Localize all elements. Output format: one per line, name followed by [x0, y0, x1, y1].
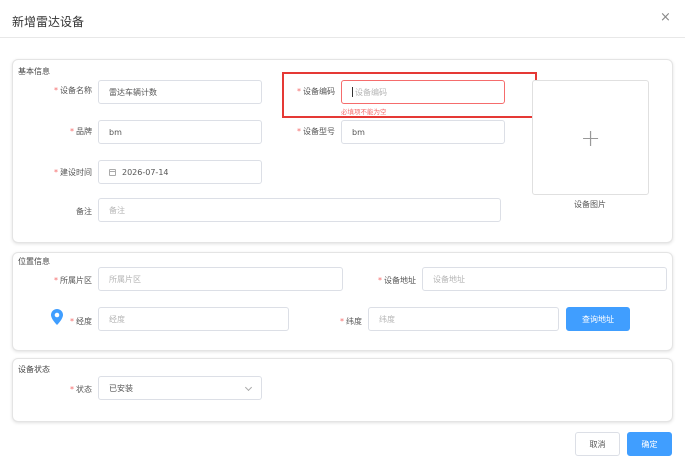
confirm-button[interactable]: 确定	[627, 432, 672, 456]
close-icon[interactable]: ×	[660, 10, 671, 25]
status-label-text: 状态	[76, 385, 92, 394]
address-label: * 设备地址	[378, 276, 416, 285]
location-title: 位置信息	[18, 257, 50, 266]
model-label: * 设备型号	[297, 127, 335, 136]
plus-icon: +	[580, 123, 601, 152]
latitude-label: * 纬度	[340, 317, 362, 326]
device-name-label-text: 设备名称	[60, 86, 92, 95]
image-upload-label: 设备图片	[574, 200, 606, 209]
device-name-label: * 设备名称	[54, 86, 92, 95]
status-select[interactable]: 已安装	[98, 376, 262, 400]
longitude-input[interactable]: 经度	[98, 307, 289, 331]
status-select-value: 已安装	[109, 383, 133, 393]
longitude-label-text: 经度	[76, 317, 92, 326]
dialog: 新增雷达设备 × 基本信息 * 设备名称 雷达车辆计数 * 设备编码 设备编码 必填…	[0, 0, 685, 466]
chevron-down-icon	[244, 383, 253, 392]
device-status-title: 设备状态	[18, 365, 50, 374]
model-input[interactable]: bm	[341, 120, 505, 144]
basic-info-title: 基本信息	[18, 67, 50, 76]
query-address-button[interactable]: 查询地址	[566, 307, 630, 331]
latitude-label-text: 纬度	[346, 317, 362, 326]
status-label: * 状态	[70, 385, 92, 394]
brand-input[interactable]: bm	[98, 120, 262, 144]
build-date-value: 2026-07-14	[122, 167, 169, 177]
remark-label: 备注	[76, 207, 92, 216]
build-date-picker[interactable]: 2026-07-14	[98, 160, 262, 184]
build-date-label-text: 建设时间	[60, 168, 92, 177]
address-label-text: 设备地址	[384, 276, 416, 285]
brand-label: * 品牌	[70, 127, 92, 136]
dialog-title: 新增雷达设备	[12, 15, 85, 29]
build-date-label: * 建设时间	[54, 168, 92, 177]
header-divider	[0, 37, 685, 38]
highlight-box	[282, 72, 537, 118]
brand-label-text: 品牌	[76, 127, 92, 136]
cancel-button[interactable]: 取消	[575, 432, 620, 456]
longitude-label: * 经度	[70, 317, 92, 326]
remark-input[interactable]: 备注	[98, 198, 501, 222]
calendar-icon	[109, 168, 116, 176]
image-upload[interactable]: +	[532, 80, 649, 195]
model-label-text: 设备型号	[303, 127, 335, 136]
area-label: * 所属片区	[54, 276, 92, 285]
address-input[interactable]: 设备地址	[422, 267, 667, 291]
area-input[interactable]: 所属片区	[98, 267, 343, 291]
latitude-input[interactable]: 纬度	[368, 307, 559, 331]
device-name-input[interactable]: 雷达车辆计数	[98, 80, 262, 104]
area-label-text: 所属片区	[60, 276, 92, 285]
